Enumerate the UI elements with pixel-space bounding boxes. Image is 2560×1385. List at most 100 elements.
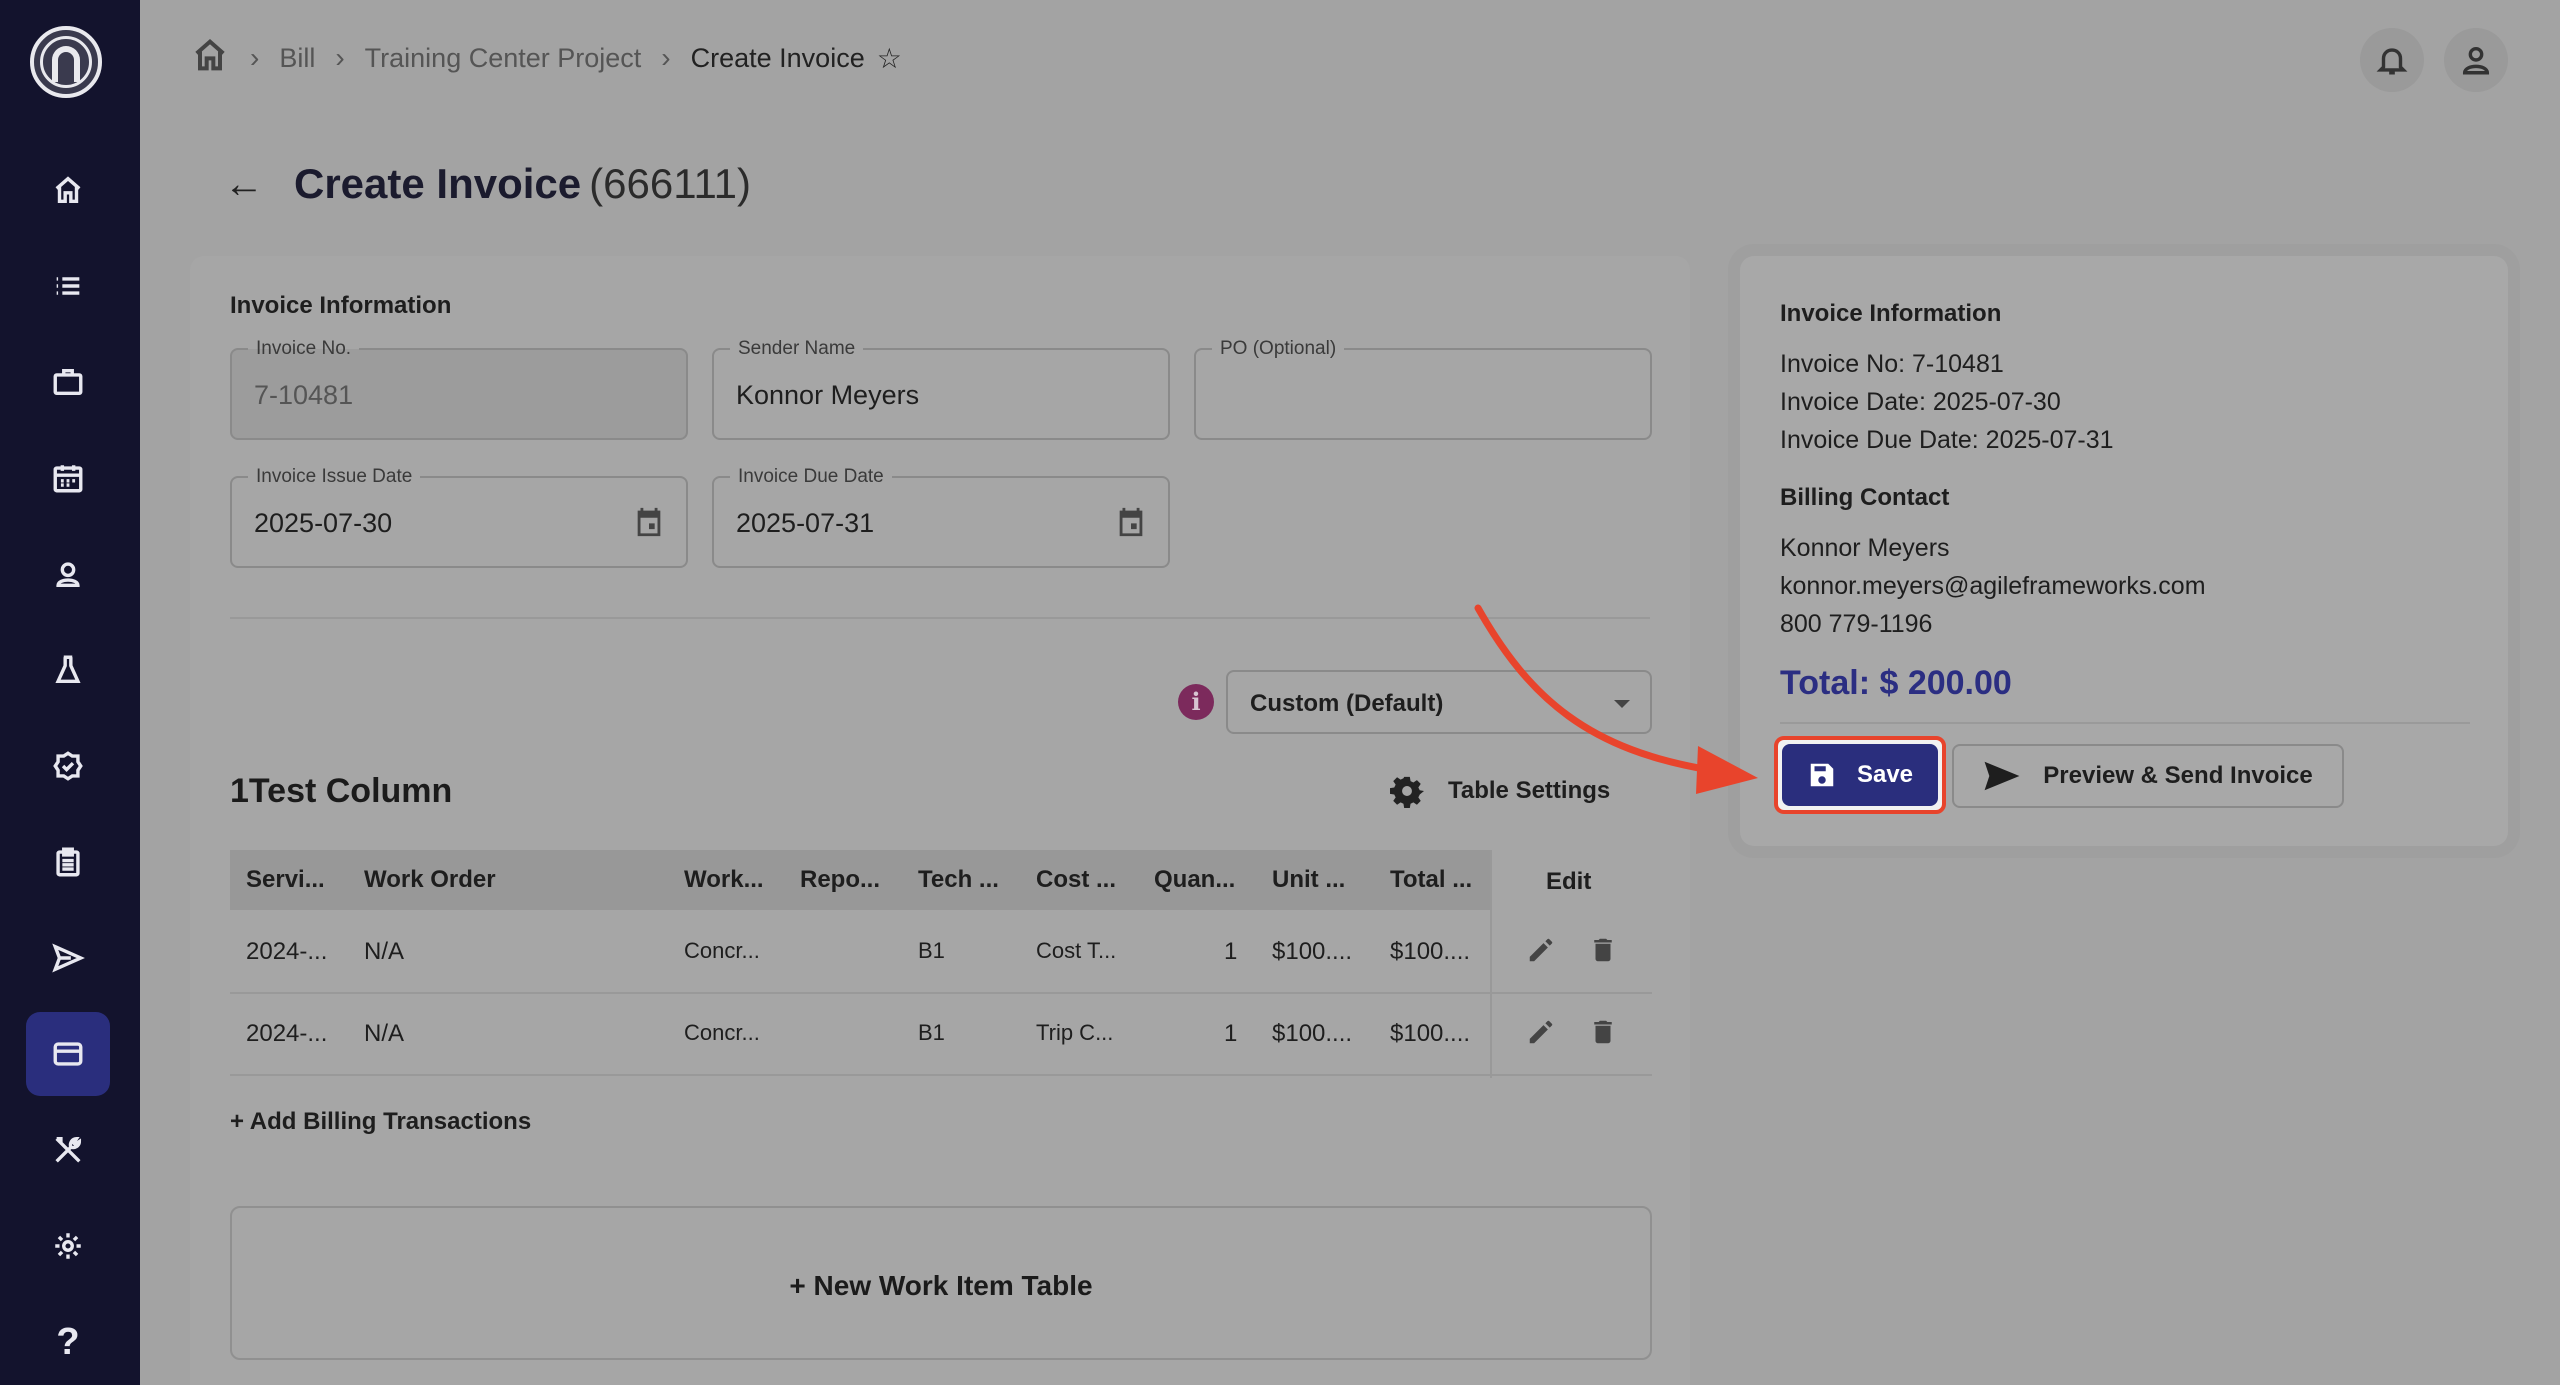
calendar-icon xyxy=(53,465,83,493)
sidebar: ? xyxy=(0,0,140,1385)
summary-heading: Invoice Information xyxy=(1780,300,2002,327)
po-label: PO (Optional) xyxy=(1212,338,1345,360)
calendar-icon[interactable] xyxy=(1114,504,1148,545)
template-select-value: Custom (Default) xyxy=(1250,690,1444,717)
due-date-label: Invoice Due Date xyxy=(730,466,892,488)
annotation-arrow xyxy=(1474,604,1758,794)
app-logo[interactable] xyxy=(30,26,102,98)
breadcrumb-current: Create Invoice xyxy=(690,42,865,73)
back-arrow-icon[interactable]: ← xyxy=(224,162,264,207)
breadcrumb: › Bill › Training Center Project › Creat… xyxy=(190,30,902,86)
sender-name-field[interactable]: Sender Name Konnor Meyers xyxy=(712,338,1170,440)
sidebar-item-approvals[interactable] xyxy=(26,724,110,808)
chevron-right-icon: › xyxy=(335,42,345,73)
credit-card-icon xyxy=(53,1042,83,1066)
cell-tech: B1 xyxy=(918,1020,945,1045)
bell-icon xyxy=(2376,48,2408,75)
issue-date-label: Invoice Issue Date xyxy=(248,466,421,488)
breadcrumb-item-project[interactable]: Training Center Project xyxy=(365,43,642,74)
tools-icon xyxy=(55,1136,82,1163)
save-button[interactable]: Save xyxy=(1782,744,1938,806)
cell-work: Concr... xyxy=(684,1020,760,1045)
due-date-value: 2025-07-31 xyxy=(736,508,875,538)
sidebar-item-billing[interactable] xyxy=(26,1012,110,1096)
help-icon: ? xyxy=(56,1320,80,1363)
sidebar-item-projects[interactable] xyxy=(26,340,110,424)
profile-button[interactable] xyxy=(2444,28,2508,92)
info-icon[interactable]: i xyxy=(1178,684,1214,720)
sidebar-item-help[interactable]: ? xyxy=(26,1300,110,1384)
table-header: Servi... Work Order Work... Repo... Tech… xyxy=(230,850,1652,910)
table-row: 2024-... N/A Concr... B1 Trip C... 1 $10… xyxy=(230,994,1652,1076)
breadcrumb-home[interactable] xyxy=(190,35,230,82)
due-date-field[interactable]: Invoice Due Date 2025-07-31 xyxy=(712,466,1170,568)
col-total[interactable]: Total ... xyxy=(1390,866,1472,894)
col-unit[interactable]: Unit ... xyxy=(1272,866,1345,894)
summary-invoice-date: Invoice Date: 2025-07-30 xyxy=(1780,388,2061,416)
new-work-item-table-button[interactable]: + New Work Item Table xyxy=(230,1206,1652,1360)
col-service[interactable]: Servi... xyxy=(246,866,325,894)
sidebar-item-reports[interactable] xyxy=(26,820,110,904)
edit-pencil-icon[interactable] xyxy=(1526,934,1556,971)
billing-contact-heading: Billing Contact xyxy=(1780,484,1950,511)
gear-icon xyxy=(55,1233,81,1259)
issue-date-field[interactable]: Invoice Issue Date 2025-07-30 xyxy=(230,466,688,568)
gear-icon xyxy=(1390,776,1424,808)
po-field[interactable]: PO (Optional) xyxy=(1194,338,1652,440)
send-icon xyxy=(1984,761,2020,791)
cell-service: 2024-... xyxy=(246,1020,328,1047)
briefcase-icon xyxy=(53,368,83,396)
table-row: 2024-... N/A Concr... B1 Cost T... 1 $10… xyxy=(230,912,1652,994)
cell-unit: $100.... xyxy=(1272,1020,1353,1047)
chevron-right-icon: › xyxy=(661,42,671,73)
new-work-item-table-label: + New Work Item Table xyxy=(789,1270,1093,1301)
sidebar-item-send[interactable] xyxy=(26,916,110,1000)
col-cost[interactable]: Cost ... xyxy=(1036,866,1116,894)
star-icon[interactable]: ☆ xyxy=(877,42,902,75)
edit-column-divider xyxy=(1490,850,1492,1078)
cell-total: $100.... xyxy=(1390,938,1471,965)
add-billing-transactions-link[interactable]: + Add Billing Transactions xyxy=(230,1108,531,1136)
sidebar-item-tools[interactable] xyxy=(26,1108,110,1192)
cell-work: Concr... xyxy=(684,938,760,963)
cell-cost: Cost T... xyxy=(1036,938,1117,963)
summary-invoice-no: Invoice No: 7-10481 xyxy=(1780,350,2004,378)
col-work[interactable]: Work... xyxy=(684,866,764,894)
edit-pencil-icon[interactable] xyxy=(1526,1016,1556,1053)
calendar-icon[interactable] xyxy=(632,504,666,545)
delete-trash-icon[interactable] xyxy=(1588,934,1618,971)
col-quantity[interactable]: Quan... xyxy=(1154,866,1235,894)
sidebar-item-list[interactable] xyxy=(26,244,110,328)
send-icon xyxy=(52,943,85,973)
sidebar-item-people[interactable] xyxy=(26,532,110,616)
cell-work-order: N/A xyxy=(364,938,405,965)
contact-name: Konnor Meyers xyxy=(1780,534,1950,562)
home-icon xyxy=(195,38,225,70)
invoice-no-label: Invoice No. xyxy=(248,338,360,360)
save-button-label: Save xyxy=(1856,761,1914,788)
preview-send-invoice-button[interactable]: Preview & Send Invoice xyxy=(1952,744,2344,808)
sidebar-item-calendar[interactable] xyxy=(26,436,110,520)
cell-service: 2024-... xyxy=(246,938,328,965)
invoice-code: (666111) xyxy=(589,160,752,207)
col-report[interactable]: Repo... xyxy=(800,866,880,894)
notifications-button[interactable] xyxy=(2360,28,2424,92)
delete-trash-icon[interactable] xyxy=(1588,1016,1618,1053)
col-edit: Edit xyxy=(1546,868,1592,895)
col-tech[interactable]: Tech ... xyxy=(918,866,999,894)
summary-divider xyxy=(1780,722,2470,724)
sidebar-item-lab[interactable] xyxy=(26,628,110,712)
col-work-order[interactable]: Work Order xyxy=(364,866,496,894)
home-icon xyxy=(55,176,81,204)
list-icon xyxy=(56,277,80,295)
user-icon xyxy=(2462,46,2490,75)
contact-phone: 800 779-1196 xyxy=(1780,610,1933,638)
sidebar-item-settings[interactable] xyxy=(26,1204,110,1288)
issue-date-value: 2025-07-30 xyxy=(254,508,393,538)
sender-name-value: Konnor Meyers xyxy=(736,380,920,410)
breadcrumb-item-bill[interactable]: Bill xyxy=(279,43,315,74)
sidebar-item-home[interactable] xyxy=(26,148,110,232)
cell-work-order: N/A xyxy=(364,1020,405,1047)
cell-quantity: 1 xyxy=(1224,1020,1238,1047)
page-title: Create Invoice (666111) xyxy=(294,160,751,208)
